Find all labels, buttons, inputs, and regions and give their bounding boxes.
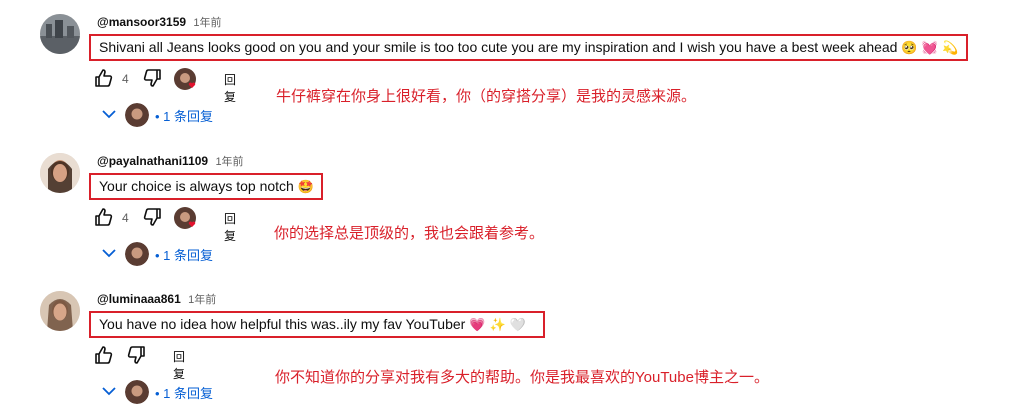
creator-heart-avatar [174,68,198,92]
thumbs-down-icon[interactable] [126,345,146,365]
replies-count-link[interactable]: • 1 条回复 [155,106,213,125]
comment-text-box: You have no idea how helpful this was..i… [89,311,545,338]
translation-annotation: 你不知道你的分享对我有多大的帮助。你是我最喜欢的YouTube博主之一。 [275,369,769,386]
thumbs-up-icon[interactable] [94,345,114,365]
replies-count-link[interactable]: • 1 条回复 [155,245,213,264]
translation-annotation: 你的选择总是顶级的，我也会跟着参考。 [274,225,545,242]
like-count: 4 [122,72,129,86]
comment-time[interactable]: 1年前 [215,156,243,168]
comment-time[interactable]: 1年前 [188,294,216,306]
author-name[interactable]: @luminaaa861 [97,292,181,306]
comment-emojis: 🥺 💓 💫 [901,41,959,56]
replies-count-link[interactable]: • 1 条回复 [155,383,213,402]
reply-button[interactable]: 回复 [173,348,185,382]
creator-heart-avatar [174,207,198,231]
like-count: 4 [122,211,129,225]
author-line: @mansoor3159 1年前 [97,14,222,30]
author-line: @payalnathani1109 1年前 [97,153,244,169]
author-line: @luminaaa861 1年前 [97,291,216,307]
comment-emojis: 💗 ✨ 🤍 [469,318,527,333]
comment-text: You have no idea how helpful this was..i… [99,316,466,332]
comment-emojis: 🤩 [297,180,314,195]
comment-3: @luminaaa861 1年前 You have no idea how he… [0,277,1018,415]
avatar[interactable] [40,14,80,54]
comment-2: @payalnathani1109 1年前 Your choice is alw… [0,139,1018,277]
thumbs-up-icon[interactable] [94,207,114,227]
comment-time[interactable]: 1年前 [193,17,221,29]
comment-1: @mansoor3159 1年前 Shivani all Jeans looks… [0,0,1018,138]
reply-button[interactable]: 回复 [224,210,236,244]
avatar[interactable] [40,153,80,193]
translation-annotation: 牛仔裤穿在你身上很好看，你（的穿搭分享）是我的灵感来源。 [276,88,697,105]
chevron-down-icon[interactable] [100,244,118,262]
reply-button[interactable]: 回复 [224,71,236,105]
avatar[interactable] [40,291,80,331]
comment-text: Shivani all Jeans looks good on you and … [99,39,898,55]
creator-avatar [125,242,149,266]
author-name[interactable]: @payalnathani1109 [97,154,208,168]
comment-text-box: Shivani all Jeans looks good on you and … [89,34,968,61]
comment-text-box: Your choice is always top notch 🤩 [89,173,323,200]
thumbs-up-icon[interactable] [94,68,114,88]
chevron-down-icon[interactable] [100,105,118,123]
author-name[interactable]: @mansoor3159 [97,15,186,29]
creator-avatar [125,103,149,127]
creator-avatar [125,380,149,404]
comment-text: Your choice is always top notch [99,178,294,194]
thumbs-down-icon[interactable] [142,207,162,227]
thumbs-down-icon[interactable] [142,68,162,88]
chevron-down-icon[interactable] [100,382,118,400]
